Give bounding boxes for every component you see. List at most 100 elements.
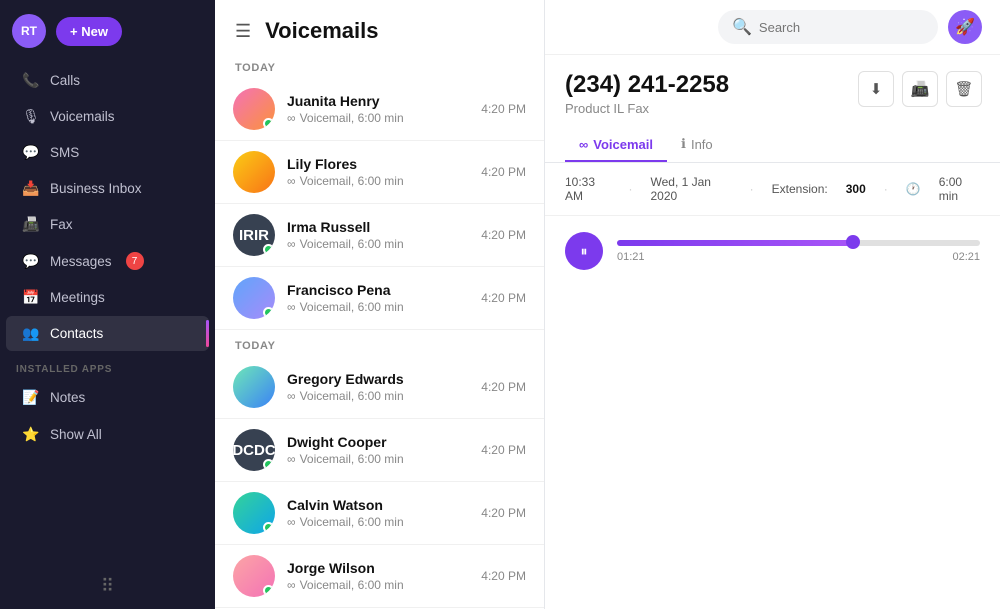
sidebar-item-label: Meetings: [50, 290, 105, 305]
contacts-icon: 👥: [22, 325, 40, 342]
fax-button[interactable]: 📠: [902, 71, 938, 107]
tab-voicemail[interactable]: ∞ Voicemail: [565, 128, 667, 162]
search-icon: 🔍: [732, 17, 752, 37]
tab-info[interactable]: ℹ Info: [667, 128, 727, 162]
new-button[interactable]: + New: [56, 17, 122, 46]
section-day-label: TODAY: [215, 52, 544, 78]
contact-name: Irma Russell: [287, 219, 469, 235]
online-indicator: [263, 585, 274, 596]
avatar: [233, 277, 275, 319]
sidebar-bottom: ⠿: [0, 564, 215, 609]
hamburger-icon[interactable]: ☰: [235, 21, 251, 42]
meta-separator3: ·: [884, 182, 888, 196]
sidebar-item-messages[interactable]: 💬 Messages 7: [6, 243, 209, 279]
sidebar-item-label: Notes: [50, 390, 85, 405]
meta-time: 10:33 AM: [565, 175, 610, 203]
list-item[interactable]: Calvin Watson ∞ Voicemail, 6:00 min 4:20…: [215, 482, 544, 545]
contact-info: Dwight Cooper ∞ Voicemail, 6:00 min: [287, 434, 469, 466]
topbar: 🔍 🚀: [545, 0, 1000, 55]
meta-separator: ·: [628, 182, 632, 196]
avatar: RT: [12, 14, 46, 48]
total-time: 02:21: [952, 251, 980, 263]
contact-time: 4:20 PM: [481, 102, 526, 116]
extension-value: 300: [846, 182, 866, 196]
list-item[interactable]: IR IR Irma Russell ∞ Voicemail, 6:00 min…: [215, 204, 544, 267]
grid-icon[interactable]: ⠿: [101, 576, 114, 597]
list-item[interactable]: Jorge Wilson ∞ Voicemail, 6:00 min 4:20 …: [215, 545, 544, 608]
sidebar-item-show-all[interactable]: ⭐ Show All: [6, 417, 209, 452]
meetings-icon: 📅: [22, 289, 40, 306]
tab-label: Info: [691, 137, 713, 152]
voicemail-sub-icon: ∞: [287, 111, 296, 125]
contact-sub: ∞ Voicemail, 6:00 min: [287, 300, 469, 314]
progress-fill: [617, 240, 853, 246]
voicemail-sub-icon: ∞: [287, 515, 296, 529]
online-indicator: [263, 522, 274, 533]
section-day-label: TODAY: [215, 330, 544, 356]
voicemail-sub-icon: ∞: [287, 578, 296, 592]
contact-sub: ∞ Voicemail, 6:00 min: [287, 237, 469, 251]
sidebar-item-meetings[interactable]: 📅 Meetings: [6, 280, 209, 315]
voicemail-tab-icon: ∞: [579, 137, 588, 152]
pause-button[interactable]: ⏸: [565, 232, 603, 270]
calls-icon: 📞: [22, 72, 40, 89]
list-item[interactable]: Francisco Pena ∞ Voicemail, 6:00 min 4:2…: [215, 267, 544, 330]
sidebar-item-label: Calls: [50, 73, 80, 88]
contact-sub: ∞ Voicemail, 6:00 min: [287, 452, 469, 466]
contact-info: Francisco Pena ∞ Voicemail, 6:00 min: [287, 282, 469, 314]
contact-name: Francisco Pena: [287, 282, 469, 298]
sidebar-item-fax[interactable]: 📠 Fax: [6, 207, 209, 242]
time-labels: 01:21 02:21: [617, 251, 980, 263]
detail-tabs: ∞ Voicemail ℹ Info: [545, 128, 1000, 163]
progress-container: 01:21 02:21: [617, 240, 980, 263]
contact-info: Juanita Henry ∞ Voicemail, 6:00 min: [287, 93, 469, 125]
sidebar-item-notes[interactable]: 📝 Notes: [6, 380, 209, 415]
contact-sub: ∞ Voicemail, 6:00 min: [287, 578, 469, 592]
info-tab-icon: ℹ: [681, 136, 686, 152]
installed-apps-label: INSTALLED APPS: [0, 352, 215, 379]
progress-thumb: [846, 235, 860, 249]
sidebar-item-sms[interactable]: 💬 SMS: [6, 135, 209, 170]
sidebar-item-calls[interactable]: 📞 Calls: [6, 63, 209, 98]
voicemail-sub-icon: ∞: [287, 237, 296, 251]
search-input[interactable]: [759, 20, 924, 35]
avatar: IR IR: [233, 214, 275, 256]
voicemail-sub-icon: ∞: [287, 300, 296, 314]
detail-meta: 10:33 AM · Wed, 1 Jan 2020 · Extension: …: [545, 163, 1000, 216]
trash-button[interactable]: 🗑: [946, 71, 982, 107]
sidebar-item-contacts[interactable]: 👥 Contacts: [6, 316, 209, 351]
list-item[interactable]: DC DC Dwight Cooper ∞ Voicemail, 6:00 mi…: [215, 419, 544, 482]
avatar: [233, 88, 275, 130]
avatar: [233, 366, 275, 408]
contact-sub: ∞ Voicemail, 6:00 min: [287, 111, 469, 125]
sidebar-item-voicemails[interactable]: 🎙 Voicemails: [6, 99, 209, 134]
detail-panel: 🔍 🚀 (234) 241-2258 Product IL Fax ⬇ 📠 🗑 …: [545, 0, 1000, 609]
contact-sub: ∞ Voicemail, 6:00 min: [287, 174, 469, 188]
sidebar: RT + New 📞 Calls 🎙 Voicemails 💬 SMS 📥 Bu…: [0, 0, 215, 609]
rocket-button[interactable]: 🚀: [948, 10, 982, 44]
sms-icon: 💬: [22, 144, 40, 161]
detail-header: (234) 241-2258 Product IL Fax ⬇ 📠 🗑: [545, 55, 1000, 120]
audio-player: ⏸ 01:21 02:21: [545, 216, 1000, 286]
extension-label: Extension:: [772, 182, 828, 196]
sidebar-item-label: Contacts: [50, 326, 103, 341]
contact-info: Gregory Edwards ∞ Voicemail, 6:00 min: [287, 371, 469, 403]
current-time: 01:21: [617, 251, 645, 263]
list-item[interactable]: Lily Flores ∞ Voicemail, 6:00 min 4:20 P…: [215, 141, 544, 204]
avatar: [233, 492, 275, 534]
contact-sub: ∞ Voicemail, 6:00 min: [287, 515, 469, 529]
progress-bar[interactable]: [617, 240, 980, 246]
list-item[interactable]: Gregory Edwards ∞ Voicemail, 6:00 min 4:…: [215, 356, 544, 419]
clock-icon: 🕐: [906, 182, 921, 196]
tab-label: Voicemail: [593, 137, 653, 152]
contact-time: 4:20 PM: [481, 506, 526, 520]
list-item[interactable]: Juanita Henry ∞ Voicemail, 6:00 min 4:20…: [215, 78, 544, 141]
duration-value: 6:00 min: [939, 175, 980, 203]
meta-separator2: ·: [750, 182, 754, 196]
contact-time: 4:20 PM: [481, 228, 526, 242]
online-indicator: [263, 118, 274, 129]
list-header: ☰ Voicemails: [215, 0, 544, 52]
download-button[interactable]: ⬇: [858, 71, 894, 107]
contact-time: 4:20 PM: [481, 443, 526, 457]
sidebar-item-business-inbox[interactable]: 📥 Business Inbox: [6, 171, 209, 206]
